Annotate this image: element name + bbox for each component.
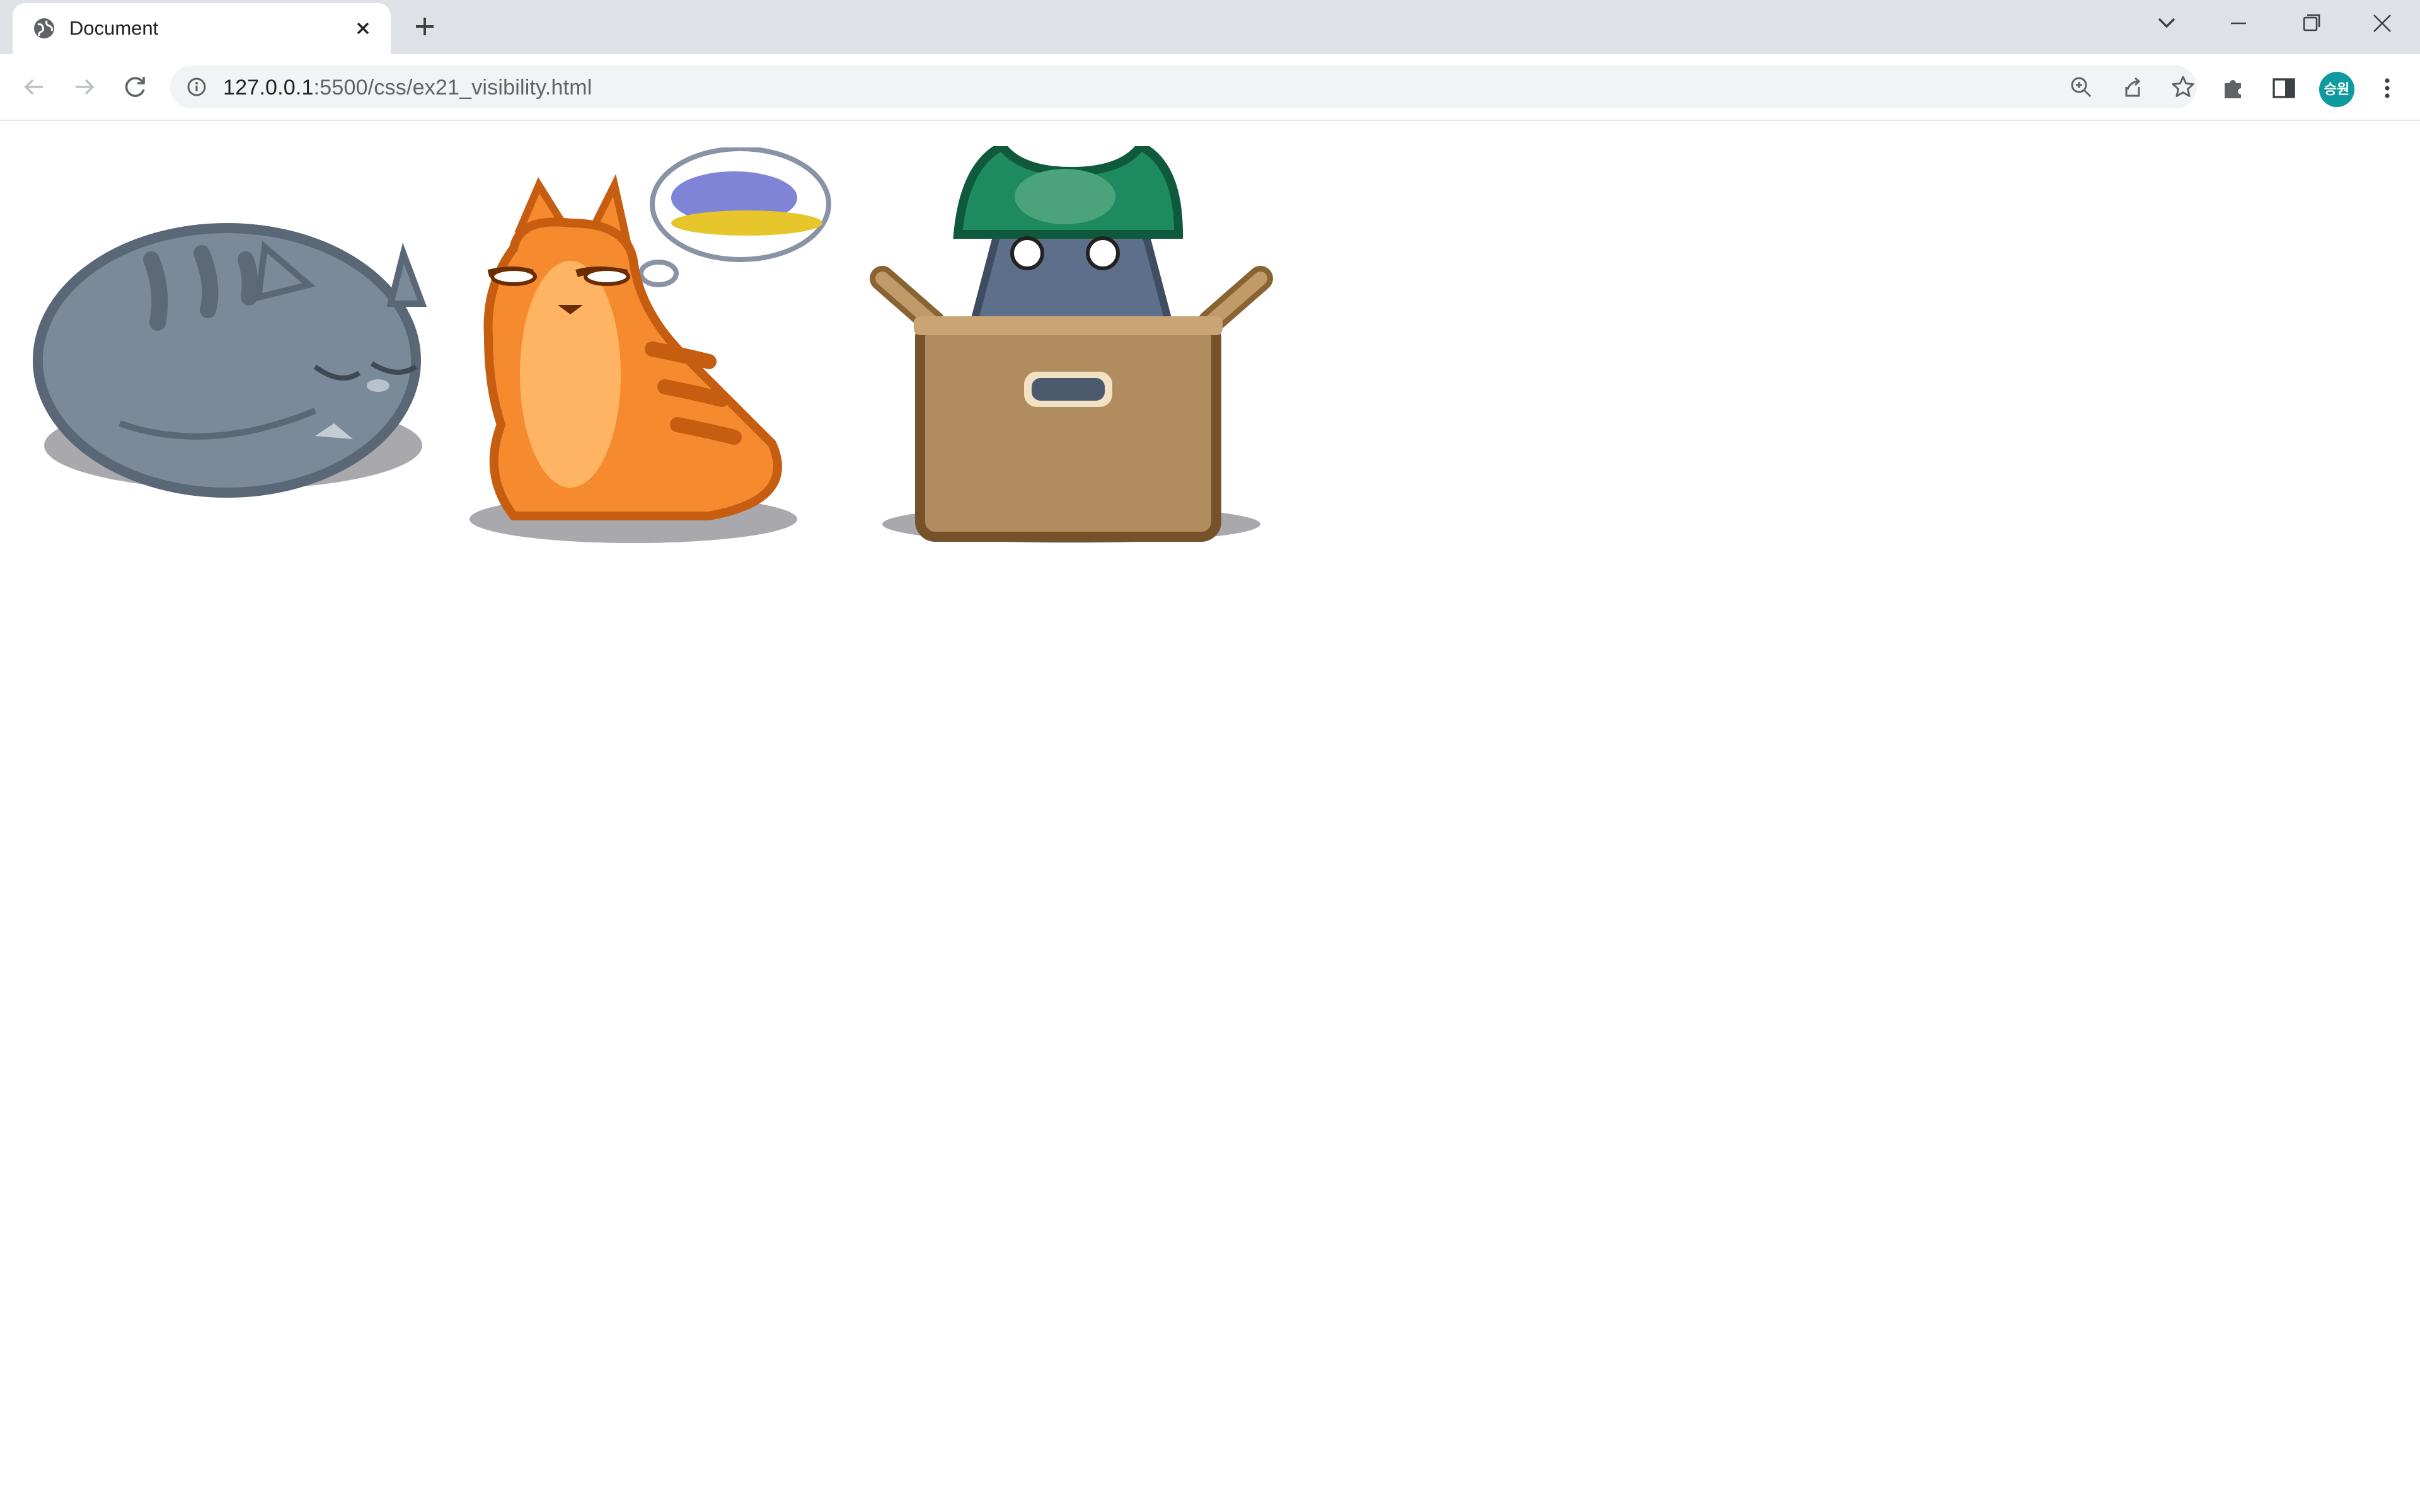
restore-icon[interactable] xyxy=(2291,8,2329,39)
chevron-down-icon[interactable] xyxy=(2148,8,2186,39)
profile-avatar[interactable]: 승원 xyxy=(2319,72,2354,107)
sleeping-gray-cat xyxy=(33,223,427,498)
page-content xyxy=(0,121,2420,1512)
reload-icon[interactable] xyxy=(120,72,150,102)
extensions-puzzle-icon[interactable] xyxy=(2218,73,2249,103)
address-bar[interactable]: 127.0.0.1:5500/css/ex21_visibility.html xyxy=(170,66,2197,108)
info-icon[interactable] xyxy=(187,77,207,97)
side-panel-icon[interactable] xyxy=(2269,73,2299,103)
back-arrow-icon[interactable] xyxy=(19,72,49,102)
tab-title: Document xyxy=(69,17,159,39)
url-text[interactable]: 127.0.0.1:5500/css/ex21_visibility.html xyxy=(223,76,592,100)
url-host: 127.0.0.1 xyxy=(223,76,314,100)
share-icon[interactable] xyxy=(2119,73,2146,101)
close-icon[interactable] xyxy=(2363,8,2401,39)
zoom-icon[interactable] xyxy=(2067,73,2095,101)
minimize-icon[interactable] xyxy=(2220,8,2257,39)
browser-titlebar: Document xyxy=(0,0,2420,54)
close-icon[interactable] xyxy=(353,18,373,38)
browser-toolbar: 127.0.0.1:5500/css/ex21_visibility.html … xyxy=(0,54,2420,121)
url-path: :5500/css/ex21_visibility.html xyxy=(313,76,592,100)
globe-icon xyxy=(34,18,54,38)
orange-cat-thinking xyxy=(470,147,831,543)
star-icon[interactable] xyxy=(2169,73,2197,101)
cat-in-box-with-helmet xyxy=(870,146,1273,543)
browser-tab[interactable]: Document xyxy=(13,3,391,54)
forward-arrow-icon[interactable] xyxy=(69,72,100,102)
plus-icon[interactable] xyxy=(411,13,439,40)
kebab-menu-icon[interactable] xyxy=(2372,73,2402,103)
